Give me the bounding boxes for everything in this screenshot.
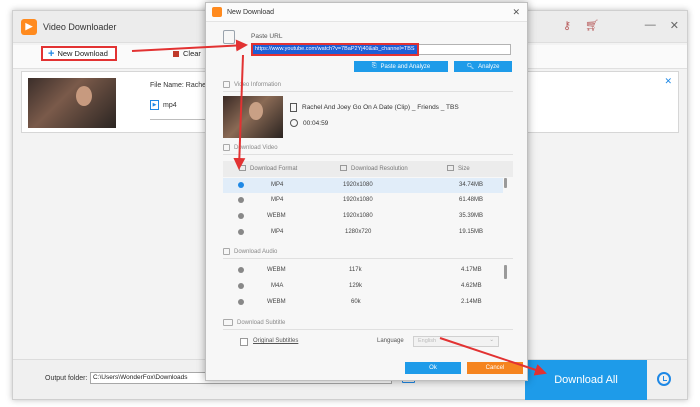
- task-close-icon[interactable]: ✕: [664, 76, 672, 87]
- clipboard-icon: [223, 30, 235, 44]
- clock-icon: [290, 119, 298, 127]
- video-file-icon: ▶: [150, 100, 159, 110]
- task-thumbnail: [28, 78, 116, 128]
- dialog-titlebar: New Download: [206, 3, 527, 22]
- info-icon: [223, 81, 230, 88]
- original-subtitles-label[interactable]: Original Subtitles: [253, 338, 298, 344]
- cart-icon[interactable]: 🛒︎: [585, 19, 599, 32]
- document-icon: [290, 103, 297, 112]
- radio-icon[interactable]: [238, 213, 244, 219]
- video-table-header: Download Format Download Resolution Size: [223, 161, 513, 177]
- analyze-label: Analyze: [478, 63, 500, 70]
- table-row[interactable]: WEBM 1920x1080 35.39MB: [223, 209, 503, 224]
- radio-icon[interactable]: [238, 267, 244, 273]
- radio-icon[interactable]: [238, 299, 244, 305]
- table-row[interactable]: WEBM 117k 4.17MB: [223, 263, 503, 278]
- dialog-close-button[interactable]: ✕: [512, 7, 520, 18]
- video-duration-text: 00:04:59: [303, 119, 329, 127]
- video-information-heading: Video Information: [223, 81, 281, 88]
- key-icon[interactable]: ⚷: [563, 19, 571, 32]
- radio-icon[interactable]: [238, 283, 244, 289]
- audio-icon: [223, 248, 230, 255]
- url-text: https://www.youtube.com/watch?v=7BaP2Yj4…: [251, 43, 419, 56]
- video-title: Rachel And Joey Go On A Date (Clip) _ Fr…: [290, 103, 459, 112]
- download-subtitle-heading: Download Subtitle: [223, 319, 285, 326]
- ok-button[interactable]: Ok: [405, 362, 461, 374]
- table-row[interactable]: WEBM 60k 2.14MB: [223, 295, 503, 310]
- column-resolution: Download Resolution: [340, 165, 408, 172]
- task-format-label: mp4: [163, 101, 177, 109]
- video-thumbnail: [223, 96, 283, 138]
- size-icon: [447, 165, 454, 171]
- minimize-button[interactable]: —: [645, 19, 656, 32]
- original-subtitles-checkbox[interactable]: [240, 338, 248, 346]
- paste-url-label: Paste URL: [251, 33, 283, 40]
- table-row[interactable]: M4A 129k 4.62MB: [223, 279, 503, 294]
- video-scrollbar[interactable]: [504, 178, 507, 188]
- task-format: ▶ mp4: [150, 100, 177, 110]
- alarm-clock-icon[interactable]: [657, 372, 671, 386]
- paste-and-analyze-label: Paste and Analyze: [380, 63, 431, 70]
- language-label: Language: [377, 338, 404, 344]
- video-duration: 00:04:59: [290, 119, 328, 127]
- analyze-button[interactable]: 🔍︎ Analyze: [454, 61, 512, 72]
- app-title: Video Downloader: [43, 21, 117, 32]
- radio-icon[interactable]: [238, 197, 244, 203]
- new-download-label: New Download: [57, 49, 108, 58]
- url-input[interactable]: https://www.youtube.com/watch?v=7BaP2Yj4…: [251, 43, 511, 56]
- video-title-text: Rachel And Joey Go On A Date (Clip) _ Fr…: [302, 104, 459, 111]
- clear-button[interactable]: Clear: [173, 49, 201, 58]
- clear-label: Clear: [183, 49, 201, 58]
- subtitle-icon: [223, 319, 233, 326]
- audio-scrollbar[interactable]: [504, 265, 507, 279]
- app-logo-icon: ▶: [21, 18, 37, 35]
- dialog-logo-icon: [212, 7, 222, 17]
- clear-icon: [173, 50, 179, 57]
- video-icon: [223, 144, 230, 151]
- column-format: Download Format: [239, 165, 297, 172]
- table-row[interactable]: MP4 1920x1080 34.74MB: [223, 178, 503, 193]
- download-video-heading: Download Video: [223, 144, 278, 151]
- cancel-button[interactable]: Cancel: [467, 362, 523, 374]
- new-download-button[interactable]: + New Download: [41, 46, 117, 61]
- column-size: Size: [447, 165, 470, 172]
- search-icon: 🔍︎: [466, 64, 475, 70]
- paste-and-analyze-button[interactable]: ⎘ Paste and Analyze: [354, 61, 448, 72]
- download-all-button[interactable]: Download All: [525, 360, 647, 400]
- language-select[interactable]: English: [413, 336, 499, 347]
- resolution-icon: [340, 165, 347, 171]
- radio-icon[interactable]: [238, 229, 244, 235]
- table-row[interactable]: MP4 1280x720 19.15MB: [223, 225, 503, 240]
- new-download-dialog: New Download ✕ Paste URL https://www.you…: [205, 2, 528, 381]
- table-row[interactable]: MP4 1920x1080 61.48MB: [223, 193, 503, 208]
- dialog-title: New Download: [227, 8, 275, 16]
- close-window-button[interactable]: ✕: [670, 19, 679, 32]
- output-folder-label: Output folder:: [45, 375, 88, 382]
- plus-icon: +: [48, 47, 55, 60]
- paste-icon: ⎘: [371, 63, 377, 69]
- format-icon: [239, 165, 246, 171]
- radio-selected-icon[interactable]: [238, 182, 244, 188]
- download-audio-heading: Download Audio: [223, 248, 277, 255]
